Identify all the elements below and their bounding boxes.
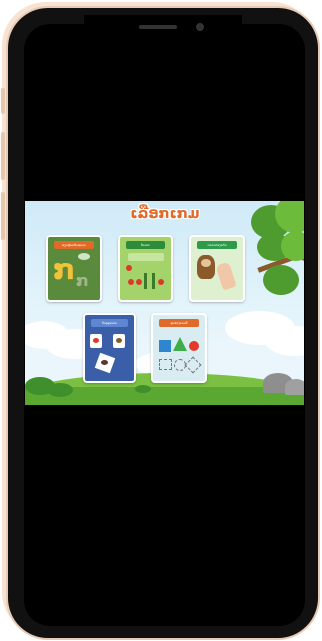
square-outline — [159, 359, 172, 370]
speaker-grille — [139, 25, 177, 29]
apple-icon — [126, 265, 132, 271]
apple-icon — [136, 279, 142, 285]
bush — [135, 385, 151, 393]
card-label: ຄວາມຄ່ອງແຄ້ວ — [197, 241, 237, 249]
card-label: ນັບເລກ — [126, 241, 165, 249]
bush — [47, 383, 73, 397]
animal-icon — [101, 360, 108, 365]
square-shape — [159, 340, 171, 352]
animal-icon — [116, 338, 122, 343]
silent-switch — [1, 88, 5, 114]
stick-icon — [144, 273, 147, 289]
game-card-shapes[interactable]: ຮູບຮ່າງແລະສີ — [151, 313, 207, 383]
phone-notch — [84, 15, 242, 45]
monkey-face — [201, 259, 211, 267]
letter-glyph: ກ — [53, 253, 76, 286]
triangle-shape — [173, 337, 187, 351]
card-label: ຮຽນຮູ້ພະຍັນຊະນະ — [54, 241, 94, 249]
card-label: ຮູບຮ່າງແລະສີ — [159, 319, 199, 327]
apple-icon — [158, 279, 164, 285]
front-camera — [196, 23, 204, 31]
cloud — [265, 326, 304, 356]
cloud-icon — [78, 253, 90, 260]
stick-icon — [152, 273, 155, 289]
hand-icon — [215, 261, 237, 291]
apple-icon — [93, 338, 99, 343]
diamond-outline — [184, 356, 202, 374]
letter-glyph-small: ກ — [76, 271, 89, 290]
apple-icon — [128, 279, 134, 285]
game-card-counting[interactable]: ນັບເລກ — [118, 235, 173, 302]
volume-down-button — [1, 192, 5, 240]
question-box — [128, 253, 164, 261]
circle-shape — [189, 341, 199, 351]
game-card-letters[interactable]: ຮຽນຮູ້ພະຍັນຊະນະ ກ ກ — [46, 235, 102, 302]
game-card-dexterity[interactable]: ຄວາມຄ່ອງແຄ້ວ — [189, 235, 245, 302]
page-title: ເລືອກເກມ — [130, 206, 200, 222]
rock — [285, 379, 304, 395]
volume-up-button — [1, 132, 5, 180]
card-label: ຈັບຄູ່ຮູບພາບ — [91, 319, 128, 327]
tree-leaves — [281, 231, 304, 261]
game-card-matching[interactable]: ຈັບຄູ່ຮູບພາບ — [83, 313, 136, 383]
tree-leaves — [263, 265, 299, 295]
game-select-screen: ເລືອກເກມ ຮຽນຮູ້ພະຍັນຊະນະ ກ ກ ນັບເລກ ຄວາມ… — [25, 201, 304, 405]
